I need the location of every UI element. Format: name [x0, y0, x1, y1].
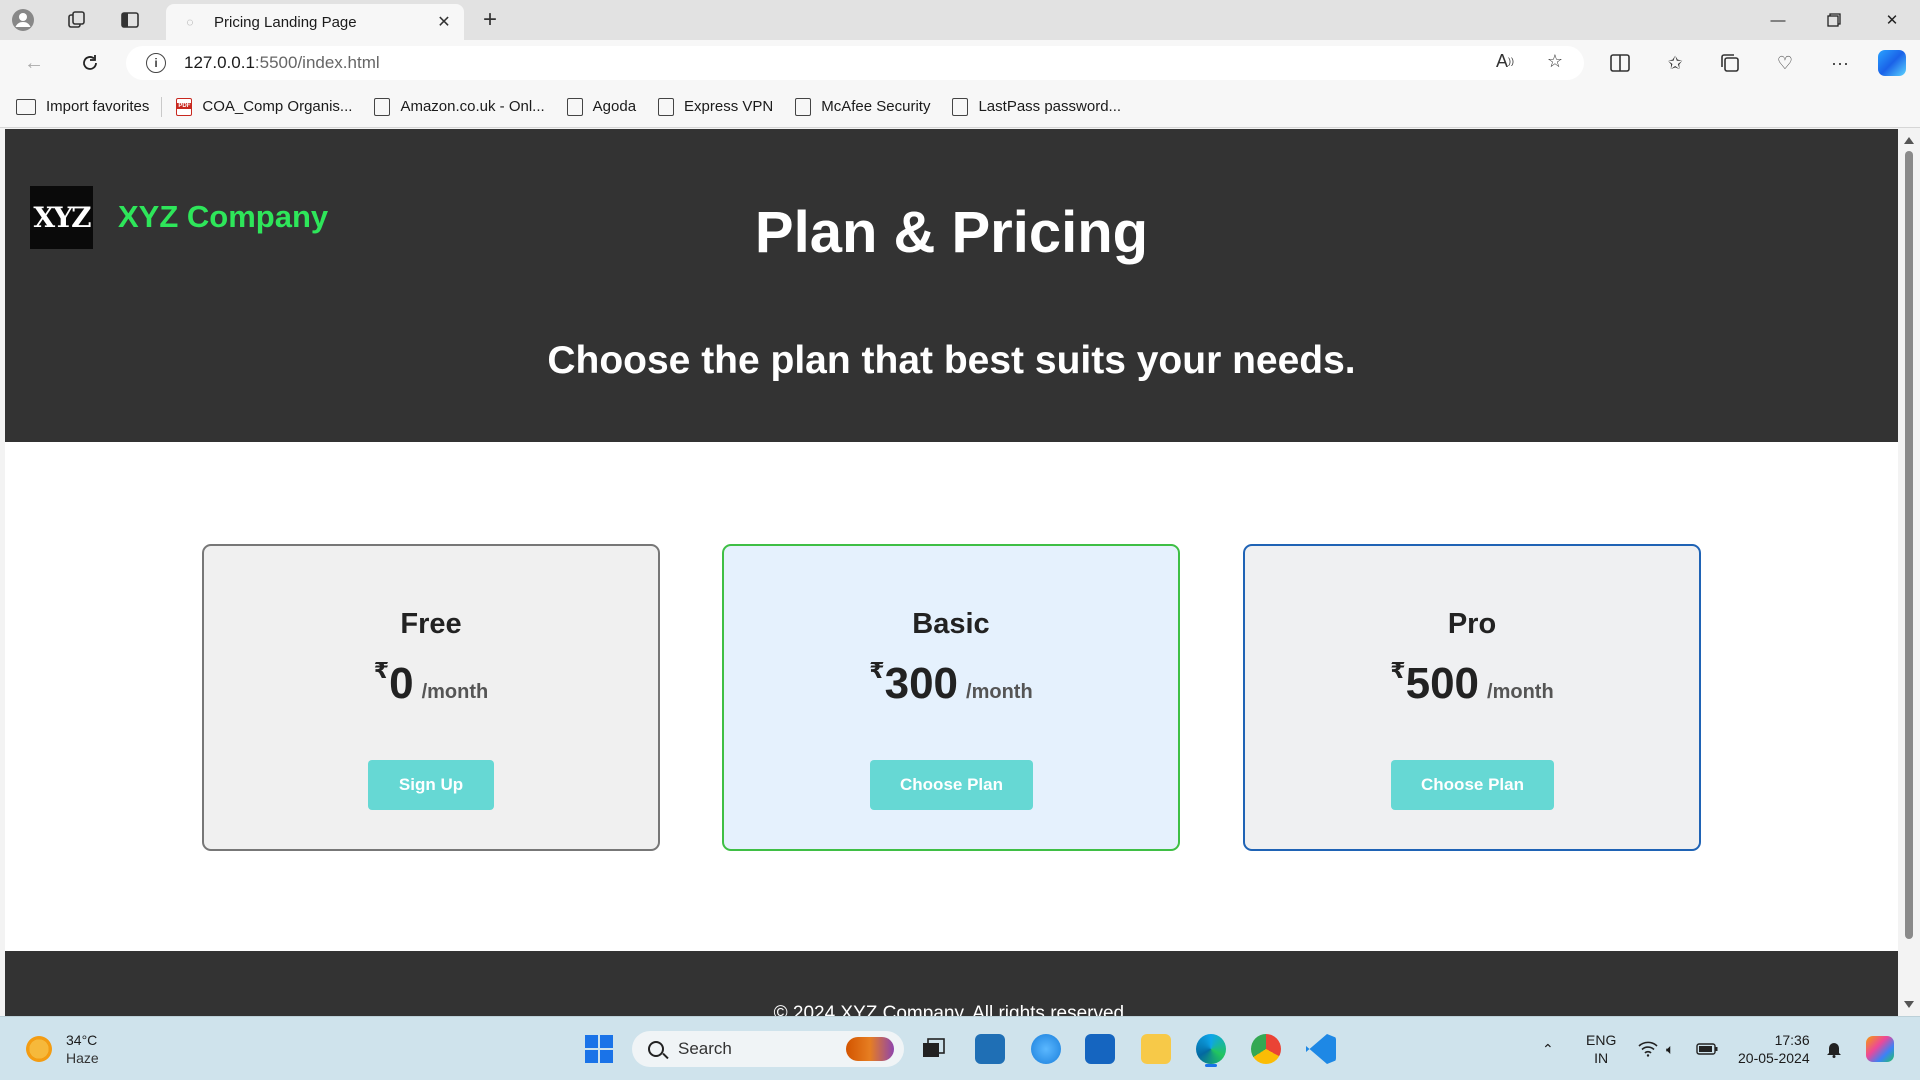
favorite-star-icon[interactable]: ☆	[1540, 46, 1570, 76]
copilot-taskbar-icon[interactable]	[1866, 1017, 1894, 1080]
browser-tab[interactable]: ◌ Pricing Landing Page ✕	[166, 4, 464, 40]
page-footer: © 2024 XYZ Company. All rights reserved.	[5, 951, 1898, 1016]
search-highlight-icon	[846, 1037, 894, 1061]
file-explorer-icon[interactable]	[1136, 1029, 1176, 1069]
bookmark-amazon[interactable]: Amazon.co.uk - Onl...	[374, 97, 545, 116]
weather-widget[interactable]: 34°C Haze	[24, 1031, 99, 1067]
clock[interactable]: 17:36 20-05-2024	[1738, 1017, 1810, 1080]
plan-name: Free	[400, 608, 462, 640]
app-icon[interactable]	[970, 1029, 1010, 1069]
browser-essentials-icon[interactable]: ♡	[1770, 48, 1800, 78]
tab-title: Pricing Landing Page	[214, 13, 357, 31]
scroll-up-arrow-icon[interactable]	[1904, 137, 1914, 144]
tab-favicon-icon: ◌	[186, 15, 194, 29]
sign-up-button[interactable]: Sign Up	[368, 760, 494, 810]
weather-haze-icon	[24, 1034, 54, 1064]
address-bar-row: ← i 127.0.0.1:5500/index.html A)) ☆ ✩ ♡ …	[0, 40, 1920, 86]
edge-icon[interactable]	[1191, 1029, 1231, 1069]
wifi-icon[interactable]	[1638, 1017, 1658, 1080]
favorites-bar: Import favorites COA_Comp Organis... Ama…	[0, 86, 1920, 128]
chrome-icon[interactable]	[1246, 1029, 1286, 1069]
collections-icon[interactable]	[1715, 48, 1745, 78]
vertical-tabs-icon[interactable]	[117, 7, 143, 33]
plan-card-basic: Basic ₹300/month Choose Plan	[722, 544, 1180, 851]
pdf-icon	[176, 97, 193, 116]
plan-card-free: Free ₹0/month Sign Up	[202, 544, 660, 851]
bookmark-import-favorites[interactable]: Import favorites	[16, 98, 149, 115]
task-view-icon[interactable]	[914, 1029, 954, 1069]
import-icon	[16, 98, 36, 115]
scroll-down-arrow-icon[interactable]	[1904, 1001, 1914, 1008]
address-bar[interactable]: i 127.0.0.1:5500/index.html	[126, 46, 1584, 80]
bookmark-divider	[161, 96, 163, 117]
plan-card-pro: Pro ₹500/month Choose Plan	[1243, 544, 1701, 851]
minimize-button[interactable]: —	[1750, 0, 1806, 40]
new-tab-icon[interactable]: +	[476, 6, 504, 34]
close-window-button[interactable]: ✕	[1864, 0, 1920, 40]
bookmark-coa[interactable]: COA_Comp Organis...	[176, 97, 352, 116]
volume-icon[interactable]: 🔈︎	[1666, 1017, 1674, 1080]
vscode-icon[interactable]	[1301, 1029, 1341, 1069]
show-hidden-icons-icon[interactable]: ⌃	[1542, 1017, 1554, 1080]
copilot-icon[interactable]	[1878, 50, 1906, 76]
page-scrollbar[interactable]	[1898, 129, 1920, 1016]
more-icon[interactable]: ···	[1825, 48, 1855, 78]
plan-price: ₹300/month	[869, 658, 1033, 708]
bookmark-express-vpn[interactable]: Express VPN	[658, 97, 773, 116]
plan-name: Pro	[1447, 608, 1497, 640]
store-icon[interactable]	[1080, 1029, 1120, 1069]
language-indicator[interactable]: ENG IN	[1586, 1017, 1616, 1080]
battery-icon[interactable]	[1696, 1017, 1718, 1080]
page-subtitle: Choose the plan that best suits your nee…	[547, 339, 1356, 382]
hero-header: XYZ XYZ Company Plan & Pricing Choose th…	[5, 129, 1898, 442]
page-icon	[795, 97, 812, 116]
app-icon[interactable]	[1026, 1029, 1066, 1069]
page-icon	[658, 97, 675, 116]
plan-name: Basic	[912, 608, 990, 640]
windows-start-icon[interactable]	[579, 1029, 619, 1069]
choose-plan-button[interactable]: Choose Plan	[870, 760, 1033, 810]
refresh-icon[interactable]	[74, 48, 106, 78]
restore-button[interactable]	[1806, 0, 1862, 40]
workspaces-icon[interactable]	[64, 7, 90, 33]
windows-taskbar: 34°C Haze Search ⌃ ENG IN 🔈︎ 17:36 20-05-2…	[0, 1016, 1920, 1080]
bookmark-agoda[interactable]: Agoda	[566, 97, 636, 116]
search-icon	[648, 1041, 664, 1057]
choose-plan-button[interactable]: Choose Plan	[1391, 760, 1554, 810]
page-viewport: XYZ XYZ Company Plan & Pricing Choose th…	[5, 129, 1898, 1016]
close-icon[interactable]: ✕	[432, 10, 456, 34]
site-info-icon[interactable]: i	[146, 53, 166, 73]
notification-bell-icon[interactable]	[1826, 1017, 1842, 1080]
page-icon	[566, 97, 583, 116]
page-icon	[374, 97, 391, 116]
favorites-icon[interactable]: ✩	[1660, 48, 1690, 78]
temperature: 34°C	[66, 1032, 98, 1048]
taskbar-search[interactable]: Search	[632, 1031, 904, 1067]
bookmark-mcafee[interactable]: McAfee Security	[795, 97, 930, 116]
plan-price: ₹500/month	[1390, 658, 1554, 708]
page-title: Plan & Pricing	[754, 200, 1149, 265]
weather-condition: Haze	[66, 1050, 99, 1066]
profile-icon[interactable]	[10, 7, 36, 33]
page-icon	[952, 97, 969, 116]
scrollbar-thumb[interactable]	[1905, 151, 1913, 939]
url-text: 127.0.0.1:5500/index.html	[184, 53, 380, 72]
plan-price: ₹0/month	[373, 658, 489, 708]
bookmark-lastpass[interactable]: LastPass password...	[952, 97, 1121, 116]
split-screen-icon[interactable]	[1605, 48, 1635, 78]
browser-tab-bar: ◌ Pricing Landing Page ✕ + — ✕	[0, 0, 1920, 40]
read-aloud-icon[interactable]: A))	[1490, 46, 1520, 76]
footer-copyright: © 2024 XYZ Company. All rights reserved.	[773, 1003, 1130, 1016]
back-icon[interactable]: ←	[18, 48, 50, 78]
